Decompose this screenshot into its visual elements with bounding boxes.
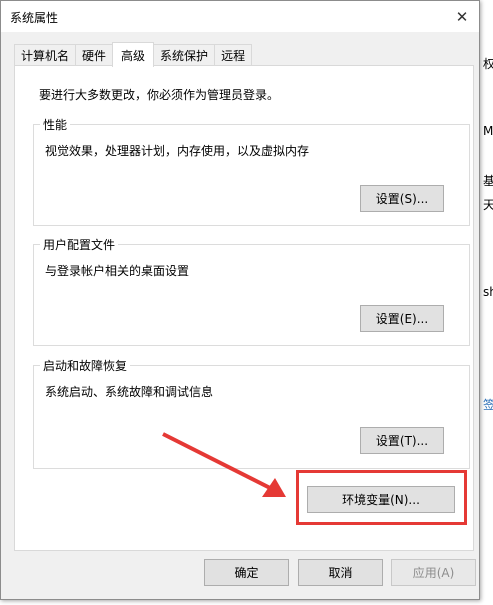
tab-advanced[interactable]: 高级 [112,42,155,67]
arrow-shaft [162,432,281,495]
annotation-arrow-icon [162,432,286,497]
